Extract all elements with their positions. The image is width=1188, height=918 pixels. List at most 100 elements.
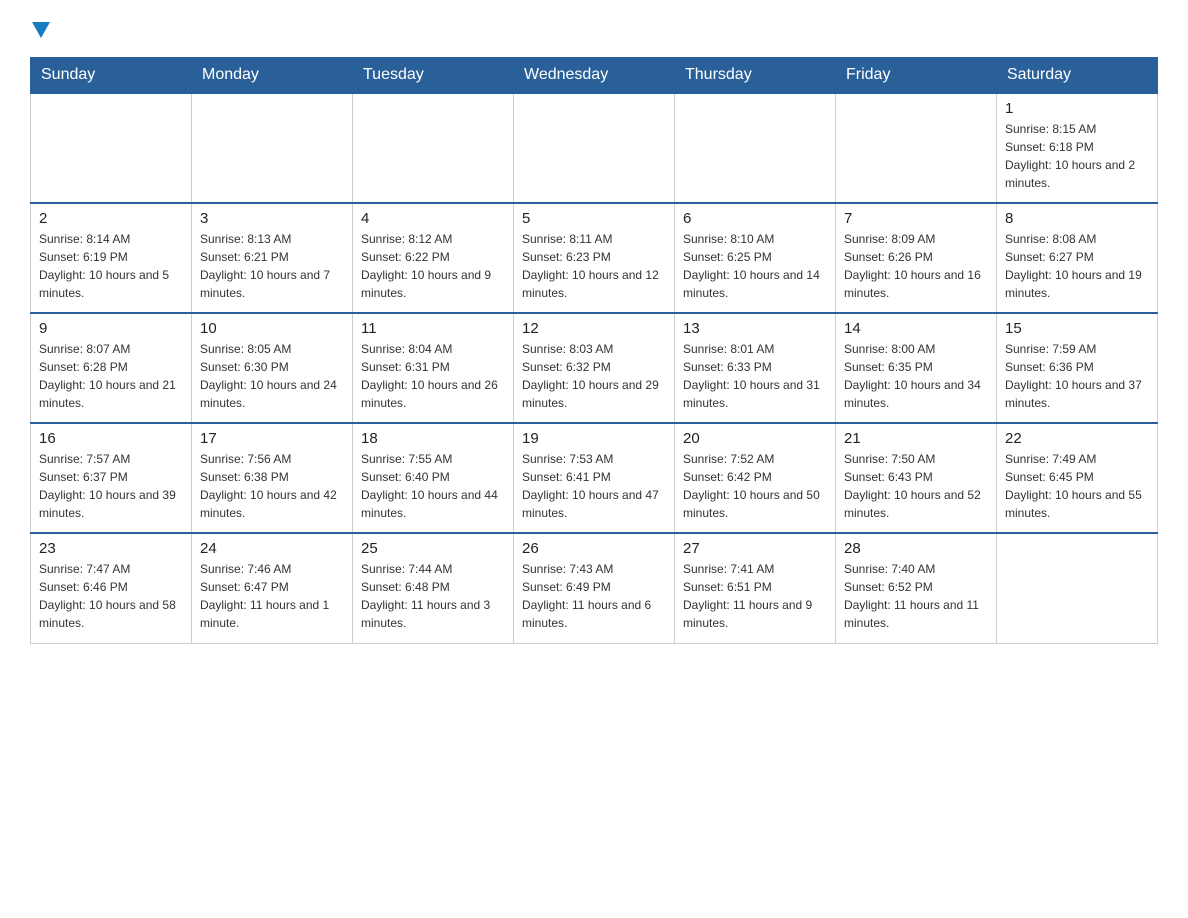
day-number: 8: [1005, 210, 1149, 227]
calendar-cell: 14 Sunrise: 8:00 AM Sunset: 6:35 PM Dayli…: [836, 313, 997, 423]
calendar-cell: 7Sunrise: 8:09 AM Sunset: 6:26 PM Daylig…: [836, 203, 997, 313]
calendar-cell: [31, 93, 192, 203]
day-number: 9: [39, 320, 183, 337]
day-info: Sunrise: 8:08 AM Sunset: 6:27 PM Dayligh…: [1005, 230, 1149, 302]
calendar-cell: 25 Sunrise: 7:44 AM Sunset: 6:48 PM Dayli…: [353, 533, 514, 643]
calendar-cell: [675, 93, 836, 203]
calendar-cell: 10Sunrise: 8:05 AM Sunset: 6:30 PM Dayli…: [192, 313, 353, 423]
day-number: 6: [683, 210, 827, 227]
calendar-cell: 20 Sunrise: 7:52 AM Sunset: 6:42 PM Dayli…: [675, 423, 836, 533]
day-number: 13: [683, 320, 827, 337]
day-info: Sunrise: 8:15 AM Sunset: 6:18 PM Dayligh…: [1005, 120, 1149, 192]
calendar-cell: 6 Sunrise: 8:10 AM Sunset: 6:25 PM Daylig…: [675, 203, 836, 313]
day-number: 12: [522, 320, 666, 337]
day-info: Sunrise: 7:44 AM Sunset: 6:48 PM Dayligh…: [361, 560, 505, 632]
page-header: [30, 20, 1158, 41]
logo-triangle-icon: [32, 22, 50, 45]
day-info: Sunrise: 7:52 AM Sunset: 6:42 PM Dayligh…: [683, 450, 827, 522]
logo: [30, 20, 50, 41]
calendar-week-row: 23 Sunrise: 7:47 AM Sunset: 6:46 PM Dayli…: [31, 533, 1158, 643]
day-number: 26: [522, 540, 666, 557]
day-info: Sunrise: 8:11 AM Sunset: 6:23 PM Dayligh…: [522, 230, 666, 302]
day-info: Sunrise: 8:13 AM Sunset: 6:21 PM Dayligh…: [200, 230, 344, 302]
day-info: Sunrise: 7:59 AM Sunset: 6:36 PM Dayligh…: [1005, 340, 1149, 412]
weekday-header-monday: Monday: [192, 58, 353, 94]
calendar-cell: 24 Sunrise: 7:46 AM Sunset: 6:47 PM Dayli…: [192, 533, 353, 643]
day-number: 24: [200, 540, 344, 557]
day-number: 15: [1005, 320, 1149, 337]
calendar-cell: 5 Sunrise: 8:11 AM Sunset: 6:23 PM Daylig…: [514, 203, 675, 313]
calendar-cell: [353, 93, 514, 203]
day-info: Sunrise: 7:43 AM Sunset: 6:49 PM Dayligh…: [522, 560, 666, 632]
calendar-cell: 3 Sunrise: 8:13 AM Sunset: 6:21 PM Daylig…: [192, 203, 353, 313]
calendar-cell: 28 Sunrise: 7:40 AM Sunset: 6:52 PM Dayli…: [836, 533, 997, 643]
calendar-cell: 12 Sunrise: 8:03 AM Sunset: 6:32 PM Dayli…: [514, 313, 675, 423]
day-number: 27: [683, 540, 827, 557]
calendar-cell: 4 Sunrise: 8:12 AM Sunset: 6:22 PM Daylig…: [353, 203, 514, 313]
day-number: 21: [844, 430, 988, 447]
day-info: Sunrise: 7:47 AM Sunset: 6:46 PM Dayligh…: [39, 560, 183, 632]
day-info: Sunrise: 8:10 AM Sunset: 6:25 PM Dayligh…: [683, 230, 827, 302]
calendar-cell: 1 Sunrise: 8:15 AM Sunset: 6:18 PM Daylig…: [997, 93, 1158, 203]
weekday-header-friday: Friday: [836, 58, 997, 94]
calendar-cell: 26 Sunrise: 7:43 AM Sunset: 6:49 PM Dayli…: [514, 533, 675, 643]
day-info: Sunrise: 8:07 AM Sunset: 6:28 PM Dayligh…: [39, 340, 183, 412]
day-info: Sunrise: 7:53 AM Sunset: 6:41 PM Dayligh…: [522, 450, 666, 522]
day-info: Sunrise: 7:56 AM Sunset: 6:38 PM Dayligh…: [200, 450, 344, 522]
calendar-week-row: 9 Sunrise: 8:07 AM Sunset: 6:28 PM Daylig…: [31, 313, 1158, 423]
weekday-header-tuesday: Tuesday: [353, 58, 514, 94]
weekday-header-wednesday: Wednesday: [514, 58, 675, 94]
day-info: Sunrise: 8:00 AM Sunset: 6:35 PM Dayligh…: [844, 340, 988, 412]
calendar-cell: [836, 93, 997, 203]
calendar-cell: 16Sunrise: 7:57 AM Sunset: 6:37 PM Dayli…: [31, 423, 192, 533]
day-number: 5: [522, 210, 666, 227]
calendar-week-row: 16Sunrise: 7:57 AM Sunset: 6:37 PM Dayli…: [31, 423, 1158, 533]
day-info: Sunrise: 7:41 AM Sunset: 6:51 PM Dayligh…: [683, 560, 827, 632]
calendar-table: SundayMondayTuesdayWednesdayThursdayFrid…: [30, 57, 1158, 644]
day-info: Sunrise: 7:49 AM Sunset: 6:45 PM Dayligh…: [1005, 450, 1149, 522]
day-number: 23: [39, 540, 183, 557]
day-number: 16: [39, 430, 183, 447]
day-number: 10: [200, 320, 344, 337]
day-number: 25: [361, 540, 505, 557]
day-number: 3: [200, 210, 344, 227]
calendar-cell: 9 Sunrise: 8:07 AM Sunset: 6:28 PM Daylig…: [31, 313, 192, 423]
day-number: 1: [1005, 100, 1149, 117]
calendar-cell: [997, 533, 1158, 643]
day-info: Sunrise: 8:12 AM Sunset: 6:22 PM Dayligh…: [361, 230, 505, 302]
day-info: Sunrise: 7:55 AM Sunset: 6:40 PM Dayligh…: [361, 450, 505, 522]
calendar-cell: 2 Sunrise: 8:14 AM Sunset: 6:19 PM Daylig…: [31, 203, 192, 313]
calendar-header-row: SundayMondayTuesdayWednesdayThursdayFrid…: [31, 58, 1158, 94]
calendar-week-row: 1 Sunrise: 8:15 AM Sunset: 6:18 PM Daylig…: [31, 93, 1158, 203]
calendar-cell: 21 Sunrise: 7:50 AM Sunset: 6:43 PM Dayli…: [836, 423, 997, 533]
weekday-header-saturday: Saturday: [997, 58, 1158, 94]
day-number: 22: [1005, 430, 1149, 447]
day-info: Sunrise: 7:50 AM Sunset: 6:43 PM Dayligh…: [844, 450, 988, 522]
weekday-header-thursday: Thursday: [675, 58, 836, 94]
calendar-cell: 11 Sunrise: 8:04 AM Sunset: 6:31 PM Dayli…: [353, 313, 514, 423]
calendar-cell: 17 Sunrise: 7:56 AM Sunset: 6:38 PM Dayli…: [192, 423, 353, 533]
calendar-cell: 18Sunrise: 7:55 AM Sunset: 6:40 PM Dayli…: [353, 423, 514, 533]
day-number: 11: [361, 320, 505, 337]
day-info: Sunrise: 8:04 AM Sunset: 6:31 PM Dayligh…: [361, 340, 505, 412]
calendar-cell: 23 Sunrise: 7:47 AM Sunset: 6:46 PM Dayli…: [31, 533, 192, 643]
day-info: Sunrise: 7:46 AM Sunset: 6:47 PM Dayligh…: [200, 560, 344, 632]
day-number: 28: [844, 540, 988, 557]
calendar-cell: [514, 93, 675, 203]
calendar-cell: [192, 93, 353, 203]
calendar-cell: 15 Sunrise: 7:59 AM Sunset: 6:36 PM Dayli…: [997, 313, 1158, 423]
day-number: 7: [844, 210, 988, 227]
day-info: Sunrise: 8:14 AM Sunset: 6:19 PM Dayligh…: [39, 230, 183, 302]
day-number: 17: [200, 430, 344, 447]
calendar-cell: 22 Sunrise: 7:49 AM Sunset: 6:45 PM Dayli…: [997, 423, 1158, 533]
day-number: 4: [361, 210, 505, 227]
day-number: 20: [683, 430, 827, 447]
calendar-cell: 19Sunrise: 7:53 AM Sunset: 6:41 PM Dayli…: [514, 423, 675, 533]
calendar-cell: 27 Sunrise: 7:41 AM Sunset: 6:51 PM Dayli…: [675, 533, 836, 643]
day-info: Sunrise: 8:01 AM Sunset: 6:33 PM Dayligh…: [683, 340, 827, 412]
day-number: 14: [844, 320, 988, 337]
day-info: Sunrise: 7:40 AM Sunset: 6:52 PM Dayligh…: [844, 560, 988, 632]
calendar-cell: 13 Sunrise: 8:01 AM Sunset: 6:33 PM Dayli…: [675, 313, 836, 423]
day-number: 2: [39, 210, 183, 227]
day-info: Sunrise: 8:03 AM Sunset: 6:32 PM Dayligh…: [522, 340, 666, 412]
